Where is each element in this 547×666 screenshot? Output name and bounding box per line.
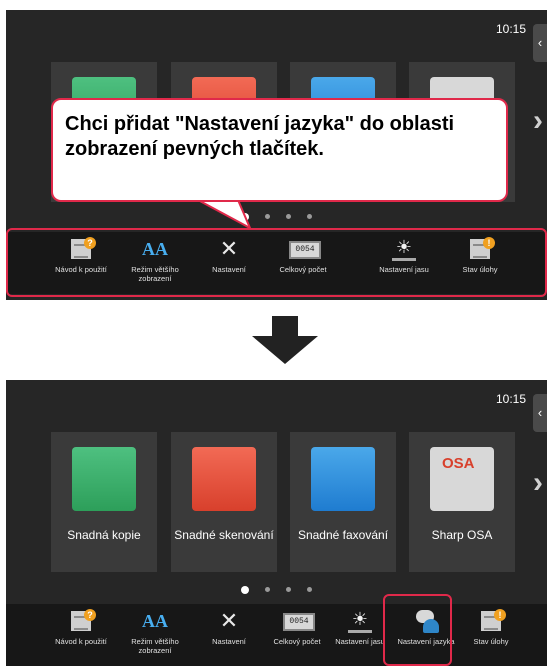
home-screen-after: 10:15 ‹ › Snadná kopie Snadné skenování …: [6, 380, 547, 666]
fixed-keys-bar: ? Návod k použití AA Režim většího zobra…: [6, 604, 547, 666]
tile-sharp-osa[interactable]: OSA Sharp OSA: [409, 432, 515, 572]
counter-icon: 0054: [283, 613, 315, 631]
side-panel-tab[interactable]: ‹: [533, 394, 547, 432]
callout-text: Chci přidat "Nastavení jazyka" do oblast…: [65, 113, 455, 160]
key-job-status[interactable]: ! Stav úlohy: [450, 609, 532, 665]
tile-easy-copy[interactable]: Snadná kopie: [51, 432, 157, 572]
page-dot[interactable]: [265, 587, 270, 593]
chevron-left-icon: ‹: [537, 405, 543, 420]
page-dot[interactable]: [286, 214, 291, 220]
key-large-display[interactable]: AA Režim většího zobrazení: [114, 609, 196, 665]
next-page-arrow[interactable]: ›: [533, 104, 543, 138]
page-dot[interactable]: [307, 214, 312, 220]
tile-easy-fax[interactable]: Snadné faxování: [290, 432, 396, 572]
tile-label: Sharp OSA: [431, 528, 493, 542]
key-label: Stav úlohy: [473, 637, 509, 646]
easy-scan-icon: [192, 447, 256, 511]
side-panel-tab[interactable]: ‹: [533, 24, 547, 62]
sharp-osa-icon: OSA: [430, 447, 494, 511]
osa-logo: OSA: [442, 455, 475, 472]
brightness-icon: ☀: [351, 609, 369, 629]
page-indicator[interactable]: [6, 208, 547, 226]
tools-icon: ✕: [219, 608, 239, 633]
status-badge-icon: !: [494, 609, 506, 621]
down-arrow-icon: [252, 316, 318, 364]
tile-label: Snadná kopie: [67, 528, 141, 542]
easy-fax-icon: [311, 447, 375, 511]
key-label: Režim většího zobrazení: [131, 637, 179, 655]
font-size-icon: AA: [142, 611, 168, 631]
tile-easy-scan[interactable]: Snadné skenování: [171, 432, 277, 572]
tile-label: Snadné skenování: [174, 528, 274, 542]
key-user-guide[interactable]: ? Návod k použití: [40, 609, 122, 665]
clock: 10:15: [495, 392, 526, 406]
help-badge-icon: ?: [84, 609, 96, 621]
callout-bubble: Chci přidat "Nastavení jazyka" do oblast…: [51, 98, 508, 202]
easy-copy-icon: [72, 447, 136, 511]
page-dot[interactable]: [241, 585, 249, 594]
page-dot[interactable]: [286, 587, 291, 593]
chevron-left-icon: ‹: [537, 35, 543, 50]
new-key-highlight: [383, 594, 452, 666]
clock: 10:15: [495, 22, 526, 36]
page-dot[interactable]: [307, 587, 312, 593]
fixed-keys-highlight: [6, 228, 547, 297]
next-page-arrow[interactable]: ›: [533, 466, 543, 500]
key-label: Návod k použití: [55, 637, 107, 646]
tile-label: Snadné faxování: [297, 528, 389, 542]
page-dot[interactable]: [265, 214, 270, 220]
page-indicator[interactable]: [6, 581, 547, 599]
